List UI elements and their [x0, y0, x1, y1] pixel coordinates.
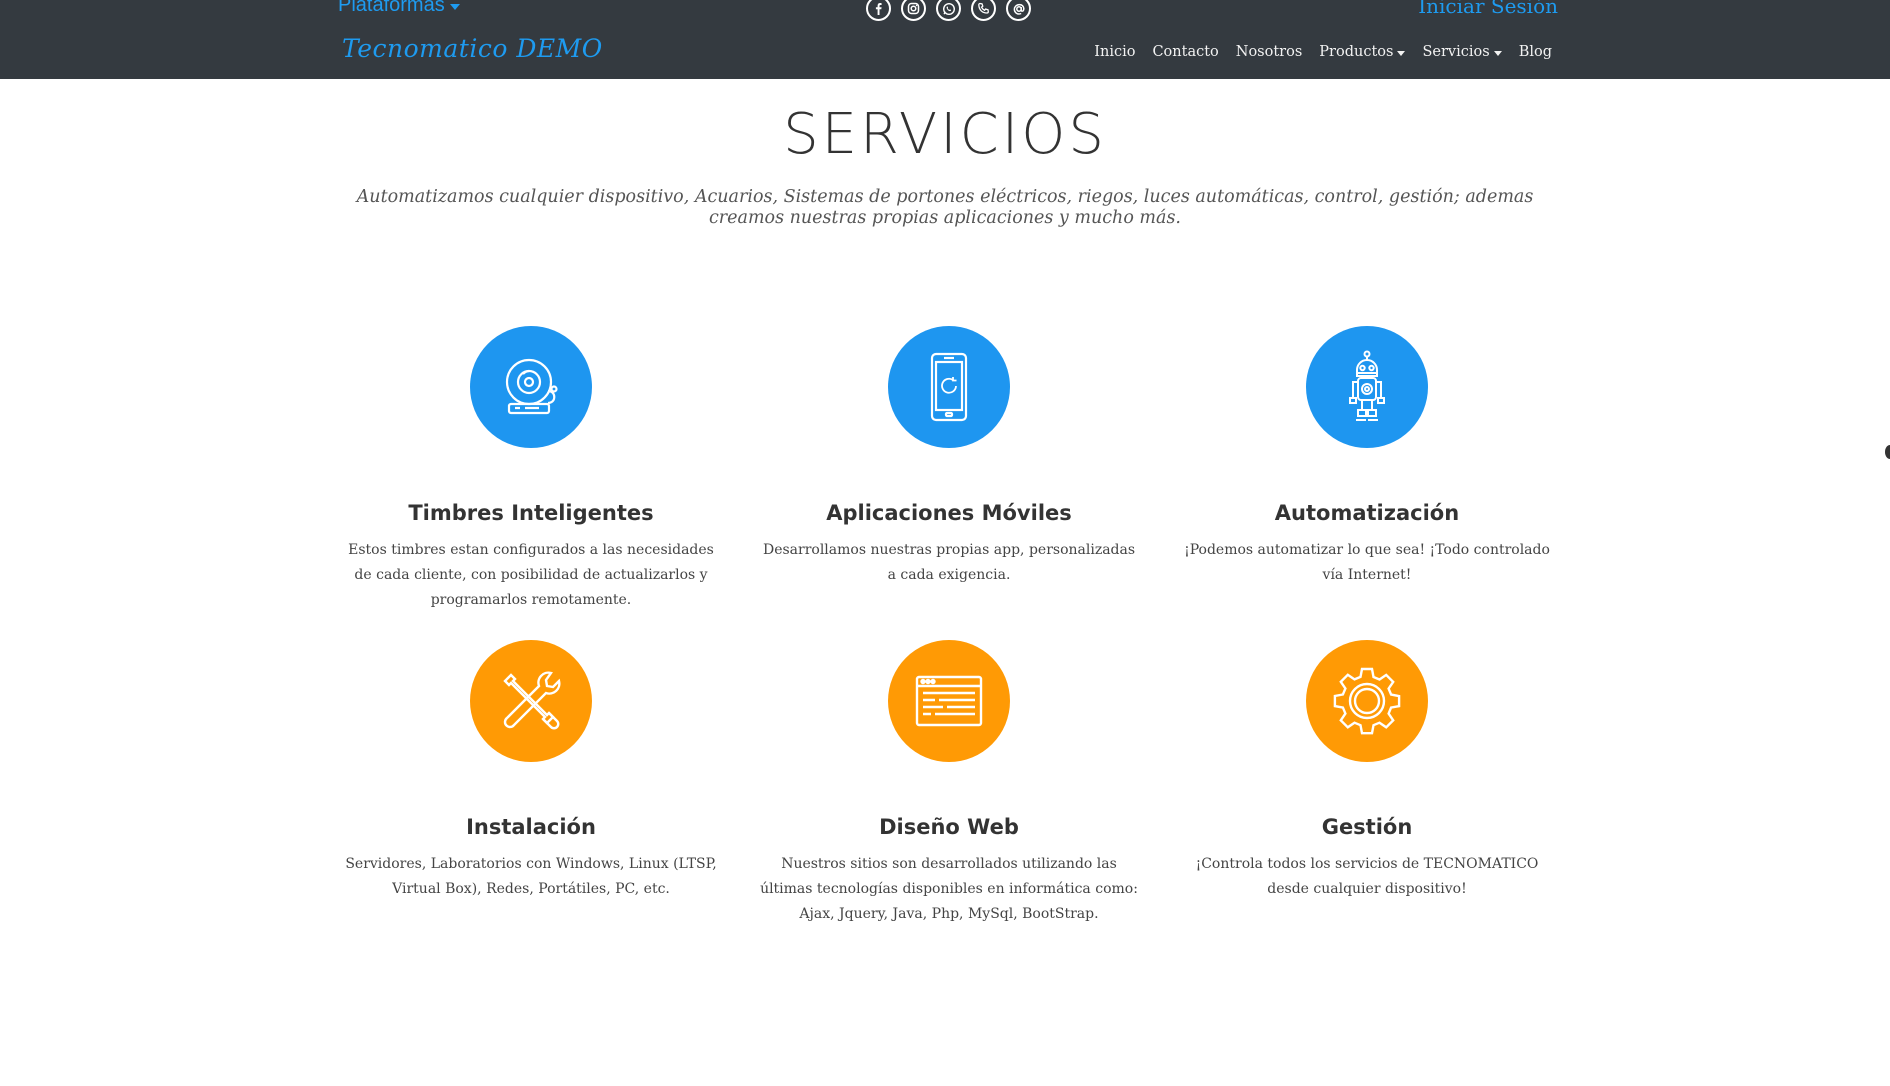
service-icon-circle: [470, 326, 592, 448]
nav-label: Servicios: [1422, 44, 1490, 60]
nav-item-productos[interactable]: Productos: [1319, 44, 1406, 60]
gear-icon: [1333, 667, 1401, 735]
nav-label: Blog: [1518, 44, 1552, 60]
top-navbar: Plataformas Iniciar Sesión Tecnomatico D…: [0, 0, 1890, 79]
nav-item-contacto[interactable]: Contacto: [1152, 44, 1218, 60]
service-description: ¡Controla todos los servicios de TECNOMA…: [1195, 856, 1539, 897]
service-title: Timbres Inteligentes: [408, 501, 654, 525]
main-nav: Inicio Contacto Nosotros Productos Servi…: [1094, 44, 1552, 60]
instagram-icon[interactable]: [901, 0, 926, 21]
robot-icon: [1349, 350, 1385, 421]
service-card-apps: Aplicaciones Móviles Desarrollamos nuest…: [739, 326, 1159, 588]
chevron-down-icon: [449, 3, 460, 10]
service-card-diseno-web: Diseño Web Nuestros sitios son desarroll…: [739, 640, 1159, 927]
whatsapp-icon[interactable]: [936, 0, 961, 21]
plataformas-label: Plataformas: [338, 0, 445, 16]
service-description: Nuestros sitios son desarrollados utiliz…: [760, 856, 1138, 922]
smartphone-icon: [930, 352, 968, 422]
service-card-timbres: Timbres Inteligentes Estos timbres estan…: [321, 326, 741, 613]
service-card-instalacion: Instalación Servidores, Laboratorios con…: [321, 640, 741, 902]
page-title: SERVICIOS: [783, 102, 1107, 167]
nav-label: Nosotros: [1235, 44, 1303, 60]
nav-item-servicios[interactable]: Servicios: [1422, 44, 1502, 60]
nav-item-inicio[interactable]: Inicio: [1094, 44, 1135, 60]
tools-icon: [503, 671, 561, 730]
login-link[interactable]: Iniciar Sesión: [1418, 0, 1558, 18]
social-links: [866, 0, 1031, 21]
plataformas-dropdown[interactable]: Plataformas: [338, 0, 460, 17]
nav-item-blog[interactable]: Blog: [1519, 44, 1552, 60]
service-description: Servidores, Laboratorios con Windows, Li…: [345, 856, 717, 897]
service-icon-circle: [1306, 326, 1428, 448]
nav-item-nosotros[interactable]: Nosotros: [1236, 44, 1303, 60]
bell-icon: [505, 358, 558, 415]
service-title: Automatización: [1274, 501, 1460, 525]
service-title: Instalación: [466, 815, 596, 839]
brand-logo[interactable]: Tecnomatico DEMO: [342, 34, 603, 63]
nav-label: Contacto: [1152, 44, 1219, 60]
service-title: Gestión: [1321, 815, 1413, 839]
intro-text: Automatizamos cualquier dispositivo, Acu…: [356, 187, 1534, 228]
service-card-automatizacion: Automatización ¡Podemos automatizar lo q…: [1157, 326, 1577, 588]
web-window-icon: [915, 675, 983, 727]
facebook-icon[interactable]: [866, 0, 891, 21]
service-description: Estos timbres estan configurados a las n…: [348, 542, 714, 608]
chevron-down-icon: [1493, 50, 1502, 56]
service-title: Aplicaciones Móviles: [826, 501, 1072, 525]
service-description: Desarrollamos nuestras propias app, pers…: [762, 542, 1136, 583]
email-icon[interactable]: [1006, 0, 1031, 21]
scroll-handle[interactable]: [1885, 445, 1890, 459]
service-icon-circle: [1306, 640, 1428, 762]
service-card-gestion: Gestión ¡Controla todos los servicios de…: [1157, 640, 1577, 902]
service-description: ¡Podemos automatizar lo que sea! ¡Todo c…: [1184, 542, 1550, 583]
phone-icon[interactable]: [971, 0, 996, 21]
service-icon-circle: [888, 640, 1010, 762]
service-icon-circle: [888, 326, 1010, 448]
service-title: Diseño Web: [879, 815, 1019, 839]
nav-label: Inicio: [1094, 44, 1136, 60]
service-icon-circle: [470, 640, 592, 762]
nav-label: Productos: [1319, 44, 1394, 60]
chevron-down-icon: [1397, 50, 1406, 56]
